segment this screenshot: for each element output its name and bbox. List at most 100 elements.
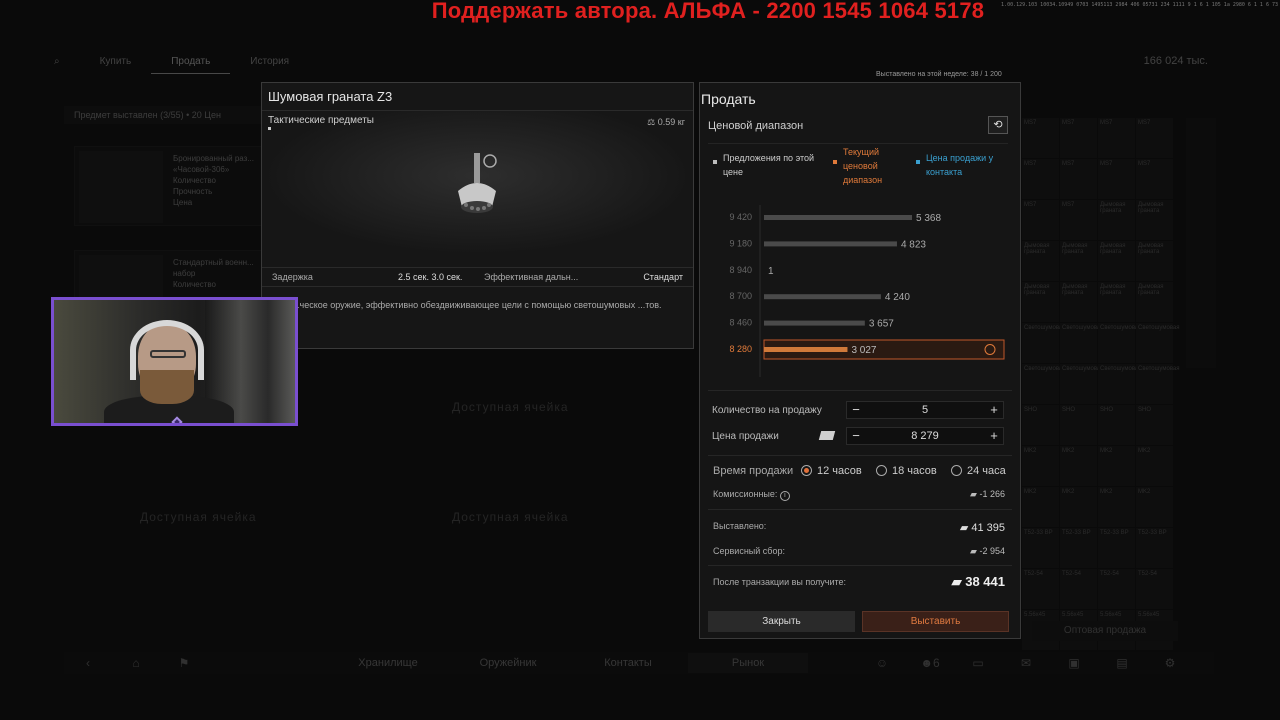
duration-radio-12h[interactable] (801, 465, 812, 476)
stash-cell[interactable]: T52-33 BP (1136, 528, 1173, 568)
stash-cell[interactable]: Светошумовая (1060, 323, 1104, 363)
minus-icon[interactable]: − (847, 402, 865, 418)
stash-cell[interactable]: MK2 (1136, 487, 1173, 527)
minus-icon[interactable]: − (847, 428, 865, 444)
duration-24h[interactable]: 24 часа (967, 465, 1006, 477)
group-icon[interactable]: ☻6 (906, 656, 954, 670)
listed-item[interactable]: Бронированный раз... «Часовой-306» Колич… (74, 146, 264, 226)
flag-icon[interactable]: ⚑ (160, 656, 208, 670)
stash-cell[interactable]: MS7 (1022, 200, 1059, 240)
duration-radio-24h[interactable] (951, 465, 962, 476)
tab-gunsmith[interactable]: Оружейник (448, 657, 568, 669)
stash-cell[interactable]: Светошумовая (1098, 364, 1142, 404)
plus-icon[interactable]: + (985, 428, 1003, 444)
refresh-icon[interactable]: ⟲ (988, 116, 1008, 134)
stash-cell[interactable]: Дымовая граната (1022, 282, 1059, 322)
stash-cell[interactable]: Светошумовая (1060, 364, 1104, 404)
offer-bar[interactable] (764, 294, 881, 300)
stash-cell[interactable]: MK2 (1022, 446, 1059, 486)
stash-cell[interactable]: Светошумовая (1136, 323, 1180, 363)
friends-icon[interactable]: ☺ (858, 656, 906, 670)
stash-cell[interactable]: T52-33 BP (1022, 528, 1059, 568)
offer-bar[interactable] (764, 320, 865, 326)
stash-cell[interactable]: Светошумовая (1136, 364, 1180, 404)
duration-radio-18h[interactable] (876, 465, 887, 476)
tab-sell[interactable]: Продать (151, 52, 231, 74)
stash-cell[interactable]: Светошумовая (1022, 323, 1066, 363)
chat-icon[interactable]: ▭ (954, 656, 1002, 670)
stash-cell[interactable]: Дымовая граната (1060, 282, 1097, 322)
stash-cell[interactable]: T52-54 (1098, 569, 1135, 609)
tab-history[interactable]: История (230, 52, 309, 74)
legend-swatch (713, 160, 717, 164)
stash-cell[interactable]: MS7 (1060, 118, 1097, 158)
free-slot: Доступная ячейка (140, 510, 257, 524)
stash-cell[interactable]: MS7 (1060, 200, 1097, 240)
notes-icon[interactable]: ▤ (1098, 656, 1146, 670)
stash-cell[interactable]: MK2 (1060, 487, 1097, 527)
item-name: Бронированный раз... «Часовой-306» (173, 154, 254, 174)
stash-cell[interactable]: SHO (1136, 405, 1173, 445)
headset-icon (130, 320, 204, 380)
service-fee-label: Сервисный сбор: (713, 546, 785, 556)
bulk-sale-button[interactable]: Оптовая продажа (1032, 621, 1178, 641)
plus-icon[interactable]: + (985, 402, 1003, 418)
weekly-limit: Выставлено на этой неделе: 38 / 1 200 (876, 71, 1002, 78)
tab-stash[interactable]: Хранилище (328, 657, 448, 669)
quantity-value[interactable]: 5 (867, 404, 983, 416)
stash-cell[interactable]: Дымовая граната (1098, 282, 1135, 322)
stash-cell[interactable]: MS7 (1098, 159, 1135, 199)
stash-cell[interactable]: SHO (1022, 405, 1059, 445)
offer-bar[interactable] (764, 241, 897, 247)
settings-icon[interactable]: ⚙ (1146, 656, 1194, 670)
price-tick-label: 8 700 (729, 291, 752, 301)
close-button[interactable]: Закрыть (708, 611, 855, 632)
stash-cell[interactable]: MK2 (1098, 487, 1135, 527)
stash-cell[interactable]: MK2 (1136, 446, 1173, 486)
stash-cell[interactable]: T52-33 BP (1098, 528, 1135, 568)
stash-cell[interactable]: SHO (1098, 405, 1135, 445)
stash-cell[interactable]: Дымовая граната (1022, 241, 1059, 281)
mail-icon[interactable]: ✉ (1002, 656, 1050, 670)
quantity-stepper[interactable]: − 5 + (846, 401, 1004, 419)
offer-bar[interactable] (764, 347, 848, 352)
stash-cell[interactable]: Светошумовая (1098, 323, 1142, 363)
listed-value: ▰ 41 395 (959, 522, 1005, 534)
stash-cell[interactable]: MS7 (1022, 159, 1059, 199)
stash-cell[interactable]: T52-54 (1136, 569, 1173, 609)
stash-cell[interactable]: Дымовая граната (1060, 241, 1097, 281)
stash-cell[interactable]: Дымовая граната (1136, 241, 1173, 281)
duration-12h[interactable]: 12 часов (817, 465, 862, 477)
tab-buy[interactable]: Купить (80, 52, 152, 74)
tab-contacts[interactable]: Контакты (568, 657, 688, 669)
price-input[interactable]: 8 279 (867, 430, 983, 442)
stash-cell[interactable]: MS7 (1060, 159, 1097, 199)
stash-cell[interactable]: SHO (1060, 405, 1097, 445)
gift-icon[interactable]: ▣ (1050, 656, 1098, 670)
duration-18h[interactable]: 18 часов (892, 465, 937, 477)
stash-cell[interactable]: MS7 (1022, 118, 1059, 158)
stash-cell[interactable]: Дымовая граната (1136, 282, 1173, 322)
home-icon[interactable]: ⌂ (112, 656, 160, 670)
stash-cell[interactable]: Дымовая граната (1098, 200, 1135, 240)
stash-cell[interactable]: Дымовая граната (1136, 200, 1173, 240)
offer-bar[interactable] (764, 215, 912, 220)
back-icon[interactable]: ‹ (64, 656, 112, 670)
stash-cell[interactable]: T52-33 BP (1060, 528, 1097, 568)
search-icon[interactable]: ⌕ (34, 52, 80, 74)
stash-cell[interactable]: MS7 (1098, 118, 1135, 158)
stash-cell[interactable]: Дымовая граната (1098, 241, 1135, 281)
stash-cell[interactable]: MS7 (1136, 118, 1173, 158)
place-offer-button[interactable]: Выставить (862, 611, 1009, 632)
stash-cell[interactable]: MK2 (1098, 446, 1135, 486)
stash-cell[interactable]: MK2 (1060, 446, 1097, 486)
stash-cell[interactable]: MS7 (1136, 159, 1173, 199)
price-stepper[interactable]: − 8 279 + (846, 427, 1004, 445)
info-icon[interactable]: i (779, 491, 790, 501)
stash-cell[interactable]: MK2 (1022, 487, 1059, 527)
stash-cell[interactable]: T52-54 (1060, 569, 1097, 609)
stash-cell[interactable]: Светошумовая (1022, 364, 1066, 404)
tab-market[interactable]: Рынок (688, 653, 808, 673)
stash-cell[interactable]: T52-54 (1022, 569, 1059, 609)
item-durability-label: Прочность (173, 187, 213, 196)
